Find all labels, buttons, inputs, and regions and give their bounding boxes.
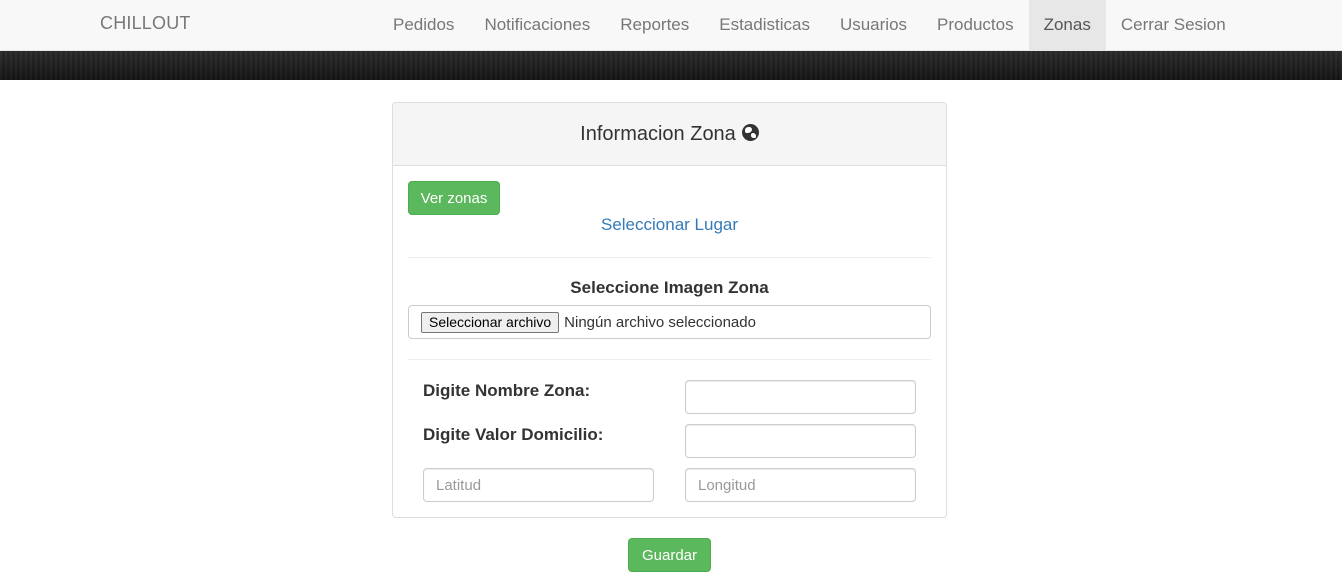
nav-item-zonas[interactable]: Zonas [1028, 0, 1106, 50]
nav-item-usuarios[interactable]: Usuarios [825, 0, 922, 50]
choose-file-button[interactable]: Seleccionar archivo [421, 311, 560, 333]
nav-item-cerrar-sesion[interactable]: Cerrar Sesion [1106, 0, 1241, 50]
panel-heading: Informacion Zona [393, 103, 946, 166]
delivery-fee-label: Digite Valor Domicilio: [423, 425, 604, 444]
file-status-text: Ningún archivo seleccionado [564, 313, 756, 331]
nav-item-reportes[interactable]: Reportes [605, 0, 704, 50]
zone-info-panel: Informacion Zona Ver zonas Seleccionar L… [392, 102, 947, 518]
longitude-input[interactable] [685, 468, 916, 502]
globe-icon [741, 123, 759, 141]
zone-name-label: Digite Nombre Zona: [423, 381, 591, 400]
select-place-link: Seleccionar Lugar [393, 215, 946, 235]
nav-item-estadisticas[interactable]: Estadisticas [704, 0, 825, 50]
brand-logo[interactable]: CHILLOUT [100, 13, 191, 34]
main-nav: Pedidos Notificaciones Reportes Estadist… [378, 0, 1241, 50]
divider [408, 257, 931, 258]
file-input[interactable]: Seleccionar archivo Ningún archivo selec… [408, 305, 931, 339]
zone-name-input[interactable] [685, 380, 916, 414]
nav-item-pedidos[interactable]: Pedidos [378, 0, 469, 50]
image-section-label: Seleccione Imagen Zona [570, 278, 769, 297]
top-navbar: CHILLOUT Pedidos Notificaciones Reportes… [0, 0, 1342, 51]
panel-title: Informacion Zona [580, 122, 736, 145]
nav-item-productos[interactable]: Productos [922, 0, 1029, 50]
save-button[interactable]: Guardar [628, 538, 711, 572]
delivery-fee-input[interactable] [685, 424, 916, 458]
divider [408, 359, 931, 360]
latitude-input[interactable] [423, 468, 654, 502]
nav-item-notificaciones[interactable]: Notificaciones [469, 0, 605, 50]
select-place-link-text[interactable]: Seleccionar Lugar [601, 215, 738, 234]
header-banner [0, 51, 1342, 80]
ver-zonas-button[interactable]: Ver zonas [408, 181, 500, 215]
